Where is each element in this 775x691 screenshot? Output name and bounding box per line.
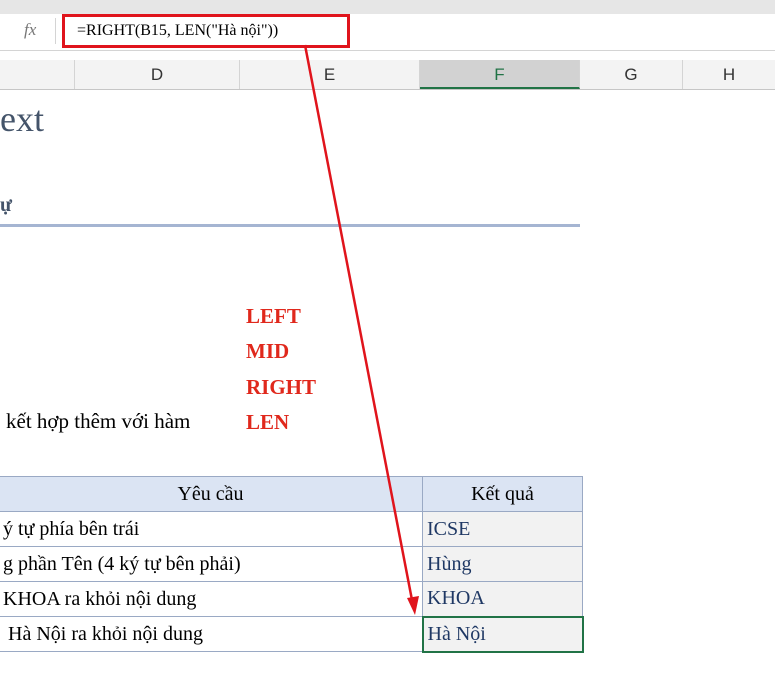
arrow-line xyxy=(303,44,414,601)
arrow-head-icon xyxy=(407,596,419,615)
annotation-arrow xyxy=(303,44,419,615)
